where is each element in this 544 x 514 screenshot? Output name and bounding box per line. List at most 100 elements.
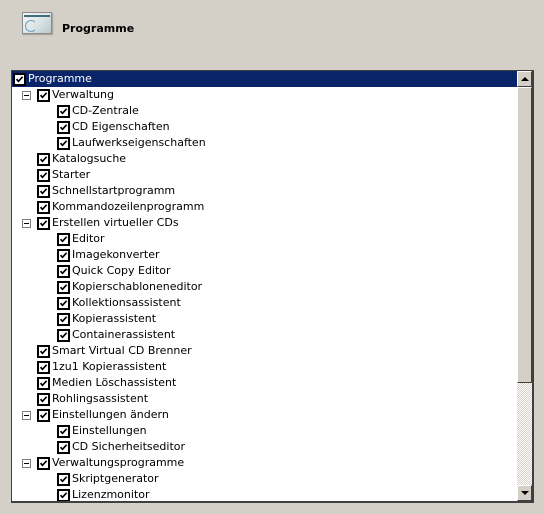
scroll-thumb[interactable]	[517, 87, 532, 383]
tree-item[interactable]: CD-Zentrale	[12, 103, 517, 119]
checkbox[interactable]	[57, 329, 70, 342]
tree-item[interactable]: CD Eigenschaften	[12, 119, 517, 135]
tree-item-label: Kopierschabloneneditor	[72, 280, 203, 293]
checkbox[interactable]	[57, 313, 70, 326]
tree-item[interactable]: Katalogsuche	[12, 151, 517, 167]
checkmark-icon	[39, 220, 48, 227]
tree-item-label: Schnellstartprogramm	[52, 184, 176, 197]
tree-item-label: Starter	[52, 168, 91, 181]
tree-rows: Programme Verwaltung CD-Zentrale CD Eigensc…	[12, 71, 517, 501]
checkbox[interactable]	[57, 249, 70, 262]
tree-item[interactable]: Erstellen virtueller CDs	[12, 215, 517, 231]
tree-item-label: Einstellungen	[72, 424, 147, 437]
tree-item[interactable]: Imagekonverter	[12, 247, 517, 263]
checkmark-icon	[39, 396, 48, 403]
checkbox[interactable]	[37, 217, 50, 230]
tree-item-label: Einstellungen ändern	[52, 408, 169, 421]
tree-item[interactable]: Kollektionsassistent	[12, 295, 517, 311]
checkbox[interactable]	[37, 169, 50, 182]
tree-item-label: Quick Copy Editor	[72, 264, 171, 277]
checkbox[interactable]	[57, 281, 70, 294]
tree-item-label: Smart Virtual CD Brenner	[52, 344, 192, 357]
checkmark-icon	[59, 124, 68, 131]
checkmark-icon	[59, 444, 68, 451]
checkbox[interactable]	[57, 297, 70, 310]
icon-titlebar	[24, 15, 50, 17]
checkbox[interactable]	[37, 153, 50, 166]
tree-item[interactable]: 1zu1 Kopierassistent	[12, 359, 517, 375]
checkmark-icon	[39, 348, 48, 355]
tree-item-label: Programme	[28, 72, 92, 85]
tree-item-label: Erstellen virtueller CDs	[52, 216, 179, 229]
scroll-down-button[interactable]	[517, 485, 532, 501]
tree-item[interactable]: Verwaltungsprogramme	[12, 455, 517, 471]
tree-item[interactable]: CD Sicherheitseditor	[12, 439, 517, 455]
checkbox[interactable]	[37, 361, 50, 374]
arrow-up-icon	[521, 77, 529, 81]
tree-item[interactable]: Starter	[12, 167, 517, 183]
tree-item[interactable]: Quick Copy Editor	[12, 263, 517, 279]
tree-item-label: CD-Zentrale	[72, 104, 139, 117]
tree-item[interactable]: Rohlingsassistent	[12, 391, 517, 407]
tree-item-label: CD Sicherheitseditor	[72, 440, 186, 453]
checkmark-icon	[59, 140, 68, 147]
checkmark-icon	[59, 476, 68, 483]
checkmark-icon	[39, 412, 48, 419]
checkbox[interactable]	[37, 201, 50, 214]
tree-item-label: Katalogsuche	[52, 152, 127, 165]
checkbox[interactable]	[57, 489, 70, 501]
program-tree[interactable]: Programme Verwaltung CD-Zentrale CD Eigensc…	[11, 70, 534, 503]
tree-item[interactable]: Kopierassistent	[12, 311, 517, 327]
tree-item-label: Kommandozeilenprogramm	[52, 200, 205, 213]
checkmark-icon	[59, 492, 68, 499]
checkbox[interactable]	[37, 89, 50, 102]
tree-item[interactable]: Skriptgenerator	[12, 471, 517, 487]
checkbox[interactable]	[37, 345, 50, 358]
checkmark-icon	[39, 380, 48, 387]
checkbox[interactable]	[37, 409, 50, 422]
tree-item-label: 1zu1 Kopierassistent	[52, 360, 167, 373]
icon-disc	[25, 20, 37, 32]
checkbox[interactable]	[57, 137, 70, 150]
tree-item[interactable]: Kommandozeilenprogramm	[12, 199, 517, 215]
checkbox[interactable]	[37, 185, 50, 198]
tree-item-label: Lizenzmonitor	[72, 488, 150, 501]
tree-item[interactable]: Lizenzmonitor	[12, 487, 517, 501]
checkbox[interactable]	[57, 105, 70, 118]
collapse-icon[interactable]	[22, 411, 31, 420]
tree-item[interactable]: Smart Virtual CD Brenner	[12, 343, 517, 359]
checkbox[interactable]	[57, 441, 70, 454]
checkbox[interactable]	[57, 233, 70, 246]
tree-item[interactable]: Containerassistent	[12, 327, 517, 343]
scroll-up-button[interactable]	[517, 71, 532, 87]
tree-item-label: Laufwerkseigenschaften	[72, 136, 206, 149]
tree-item-label: Imagekonverter	[72, 248, 160, 261]
checkbox[interactable]	[57, 425, 70, 438]
checkmark-icon	[59, 332, 68, 339]
checkbox[interactable]	[57, 473, 70, 486]
tree-item[interactable]: Kopierschabloneneditor	[12, 279, 517, 295]
checkbox[interactable]	[57, 121, 70, 134]
tree-item[interactable]: Verwaltung	[12, 87, 517, 103]
collapse-icon[interactable]	[22, 219, 31, 228]
checkmark-icon	[39, 172, 48, 179]
checkbox[interactable]	[37, 393, 50, 406]
tree-item-label: Verwaltungsprogramme	[52, 456, 185, 469]
tree-item[interactable]: Programme	[12, 71, 517, 87]
tree-item[interactable]: Medien Löschassistent	[12, 375, 517, 391]
tree-item[interactable]: Einstellungen ändern	[12, 407, 517, 423]
tree-item[interactable]: Editor	[12, 231, 517, 247]
tree-item-label: Kopierassistent	[72, 312, 157, 325]
collapse-icon[interactable]	[22, 459, 31, 468]
collapse-icon[interactable]	[22, 91, 31, 100]
tree-item-label: Editor	[72, 232, 105, 245]
tree-item[interactable]: Einstellungen	[12, 423, 517, 439]
checkbox[interactable]	[37, 377, 50, 390]
checkbox[interactable]	[13, 73, 26, 86]
tree-item[interactable]: Schnellstartprogramm	[12, 183, 517, 199]
checkbox[interactable]	[37, 457, 50, 470]
checkmark-icon	[39, 156, 48, 163]
vertical-scrollbar[interactable]	[517, 71, 532, 501]
tree-item[interactable]: Laufwerkseigenschaften	[12, 135, 517, 151]
checkbox[interactable]	[57, 265, 70, 278]
